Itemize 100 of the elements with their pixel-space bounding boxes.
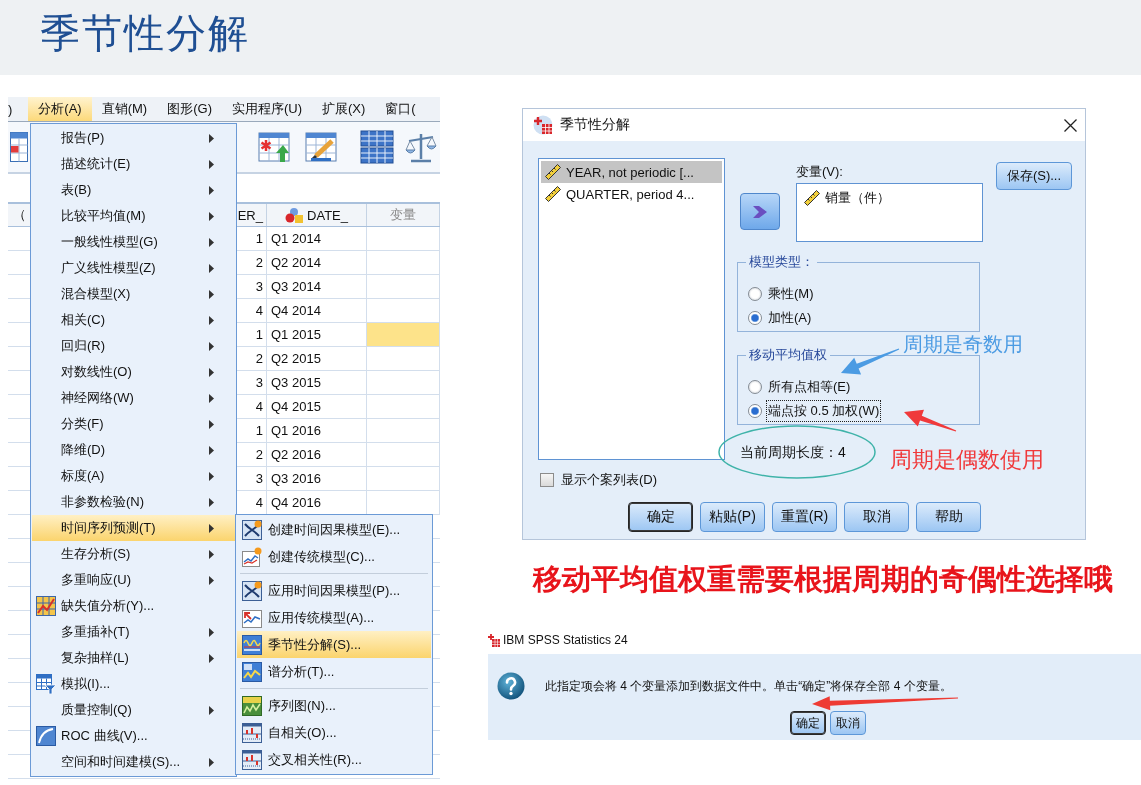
question-icon bbox=[497, 672, 525, 700]
group-label: 模型类型： bbox=[746, 254, 817, 270]
table-cell: Q1 2014 bbox=[267, 227, 367, 250]
period-length-text: 当前周期长度：4 bbox=[739, 444, 846, 460]
caption-text: 移动平均值权重需要根据周期的奇偶性选择哦 bbox=[533, 562, 1113, 596]
checkbox[interactable] bbox=[540, 473, 554, 487]
variable-list[interactable]: YEAR, not periodic [... QUARTER, period 4... bbox=[538, 158, 725, 460]
menu-item[interactable]: 神经网络(W) bbox=[32, 385, 235, 411]
radio-button[interactable] bbox=[748, 287, 762, 301]
help-button[interactable]: 帮助 bbox=[916, 502, 981, 532]
menu-bar-item[interactable]: 实用程序(U) bbox=[221, 97, 312, 121]
menu-item[interactable]: 应用时间因果模型(P)... bbox=[237, 577, 431, 604]
ok-button[interactable]: 确定 bbox=[790, 711, 826, 735]
menu-item[interactable]: 回归(R) bbox=[32, 333, 235, 359]
menu-item[interactable]: 创建时间因果模型(E)... bbox=[237, 516, 431, 543]
menu-item[interactable]: 季节性分解(S)... bbox=[237, 631, 431, 658]
menu-item[interactable]: 应用传统模型(A)... bbox=[237, 604, 431, 631]
line-chart-icon bbox=[242, 546, 262, 567]
row-number: 1 bbox=[255, 231, 263, 246]
row-number: 3 bbox=[255, 375, 263, 390]
menu-item[interactable]: 标度(A) bbox=[32, 463, 235, 489]
menu-item[interactable]: 多重响应(U) bbox=[32, 567, 235, 593]
save-button[interactable]: 保存(S)... bbox=[996, 162, 1072, 190]
move-button[interactable] bbox=[740, 193, 780, 230]
field-label: 变量(V): bbox=[796, 163, 843, 181]
close-icon[interactable] bbox=[1064, 118, 1077, 132]
menu-item[interactable]: 生存分析(S) bbox=[32, 541, 235, 567]
table-cell: Q3 2015 bbox=[267, 371, 367, 394]
menu-item[interactable]: 相关(C) bbox=[32, 307, 235, 333]
list-item[interactable]: 销量（件） bbox=[800, 187, 979, 209]
menu-item[interactable]: 报告(P) bbox=[32, 125, 235, 151]
table-icon[interactable] bbox=[10, 132, 28, 162]
submenu-arrow-icon bbox=[209, 549, 214, 559]
table-pencil-icon[interactable] bbox=[305, 131, 337, 163]
menu-item[interactable]: 模拟(I)... bbox=[32, 671, 235, 697]
menu-item[interactable]: 混合模型(X) bbox=[32, 281, 235, 307]
menu-item[interactable]: 自相关(O)... bbox=[237, 719, 431, 746]
menu-item[interactable]: 非参数检验(N) bbox=[32, 489, 235, 515]
menu-item[interactable]: 多重插补(T) bbox=[32, 619, 235, 645]
submenu-arrow-icon bbox=[209, 705, 214, 715]
menu-item[interactable]: 质量控制(Q) bbox=[32, 697, 235, 723]
menu-item[interactable]: 复杂抽样(L) bbox=[32, 645, 235, 671]
wave-chart-icon bbox=[242, 634, 262, 655]
line-chart-icon bbox=[242, 661, 262, 682]
menu-bar-item[interactable]: 分析(A) bbox=[28, 97, 92, 121]
reset-button[interactable]: 重置(R) bbox=[772, 502, 837, 532]
table-asterisk-icon[interactable] bbox=[258, 131, 290, 163]
grid-icon[interactable] bbox=[360, 130, 394, 164]
row-number: 3 bbox=[255, 279, 263, 294]
ok-button[interactable]: 确定 bbox=[628, 502, 693, 532]
menu-item[interactable]: 缺失值分析(Y)... bbox=[32, 593, 235, 619]
radio-button[interactable] bbox=[748, 311, 762, 325]
menu-bar-item[interactable]: ) bbox=[8, 97, 29, 121]
table-cell: Q3 2014 bbox=[267, 275, 367, 298]
menu-item[interactable]: 表(B) bbox=[32, 177, 235, 203]
menu-item[interactable]: 比较平均值(M) bbox=[32, 203, 235, 229]
menu-item[interactable]: 分类(F) bbox=[32, 411, 235, 437]
menu-item[interactable]: 广义线性模型(Z) bbox=[32, 255, 235, 281]
row-number: 3 bbox=[255, 471, 263, 486]
row-number: 4 bbox=[255, 303, 263, 318]
table-cell: Q3 2016 bbox=[267, 467, 367, 490]
menu-item[interactable]: 空间和时间建模(S)... bbox=[32, 749, 235, 775]
menu-item[interactable]: 创建传统模型(C)... bbox=[237, 543, 431, 570]
table-cell: Q1 2016 bbox=[267, 419, 367, 442]
submenu-arrow-icon bbox=[209, 497, 214, 507]
menu-item[interactable]: 描述统计(E) bbox=[32, 151, 235, 177]
radio-button[interactable] bbox=[748, 404, 762, 418]
menu-item[interactable]: ROC 曲线(V)... bbox=[32, 723, 235, 749]
table-cell[interactable] bbox=[367, 323, 440, 346]
cancel-button[interactable]: 取消 bbox=[844, 502, 909, 532]
menu-item[interactable]: 一般线性模型(G) bbox=[32, 229, 235, 255]
menu-item[interactable]: 时间序列预测(T) bbox=[32, 515, 235, 541]
menu-item[interactable]: 交叉相关性(R)... bbox=[237, 746, 431, 773]
list-item[interactable]: QUARTER, period 4... bbox=[541, 183, 722, 205]
ruler-icon bbox=[803, 189, 821, 207]
list-item[interactable]: YEAR, not periodic [... bbox=[541, 161, 722, 183]
table-cell: Q4 2014 bbox=[267, 299, 367, 322]
submenu-arrow-icon bbox=[209, 185, 214, 195]
variable-list[interactable]: 销量（件） bbox=[796, 183, 983, 242]
grid-line-chart-icon bbox=[36, 596, 56, 616]
menu-bar-item[interactable]: 图形(G) bbox=[157, 97, 222, 121]
row-number: 1 bbox=[255, 423, 263, 438]
spreadsheet-icon bbox=[488, 633, 500, 647]
row-number: 4 bbox=[255, 495, 263, 510]
submenu-arrow-icon bbox=[209, 211, 214, 221]
table-cell: Q2 2014 bbox=[267, 251, 367, 274]
paste-button[interactable]: 粘贴(P) bbox=[700, 502, 765, 532]
line-chart-icon bbox=[242, 695, 262, 716]
menu-item[interactable]: 降维(D) bbox=[32, 437, 235, 463]
menu-bar-item[interactable]: 扩展(X) bbox=[312, 97, 376, 121]
cancel-button[interactable]: 取消 bbox=[830, 711, 866, 735]
dialog-title: 季节性分解 bbox=[560, 116, 630, 134]
menu-bar-item[interactable]: 窗口( bbox=[375, 97, 426, 121]
radio-button[interactable] bbox=[748, 380, 762, 394]
menu-item[interactable]: 谱分析(T)... bbox=[237, 658, 431, 685]
scales-icon[interactable] bbox=[405, 131, 437, 163]
menu-bar-item[interactable]: 直销(M) bbox=[91, 97, 158, 121]
submenu-arrow-icon bbox=[209, 627, 214, 637]
menu-item[interactable]: 对数线性(O) bbox=[32, 359, 235, 385]
menu-item[interactable]: 序列图(N)... bbox=[237, 692, 431, 719]
